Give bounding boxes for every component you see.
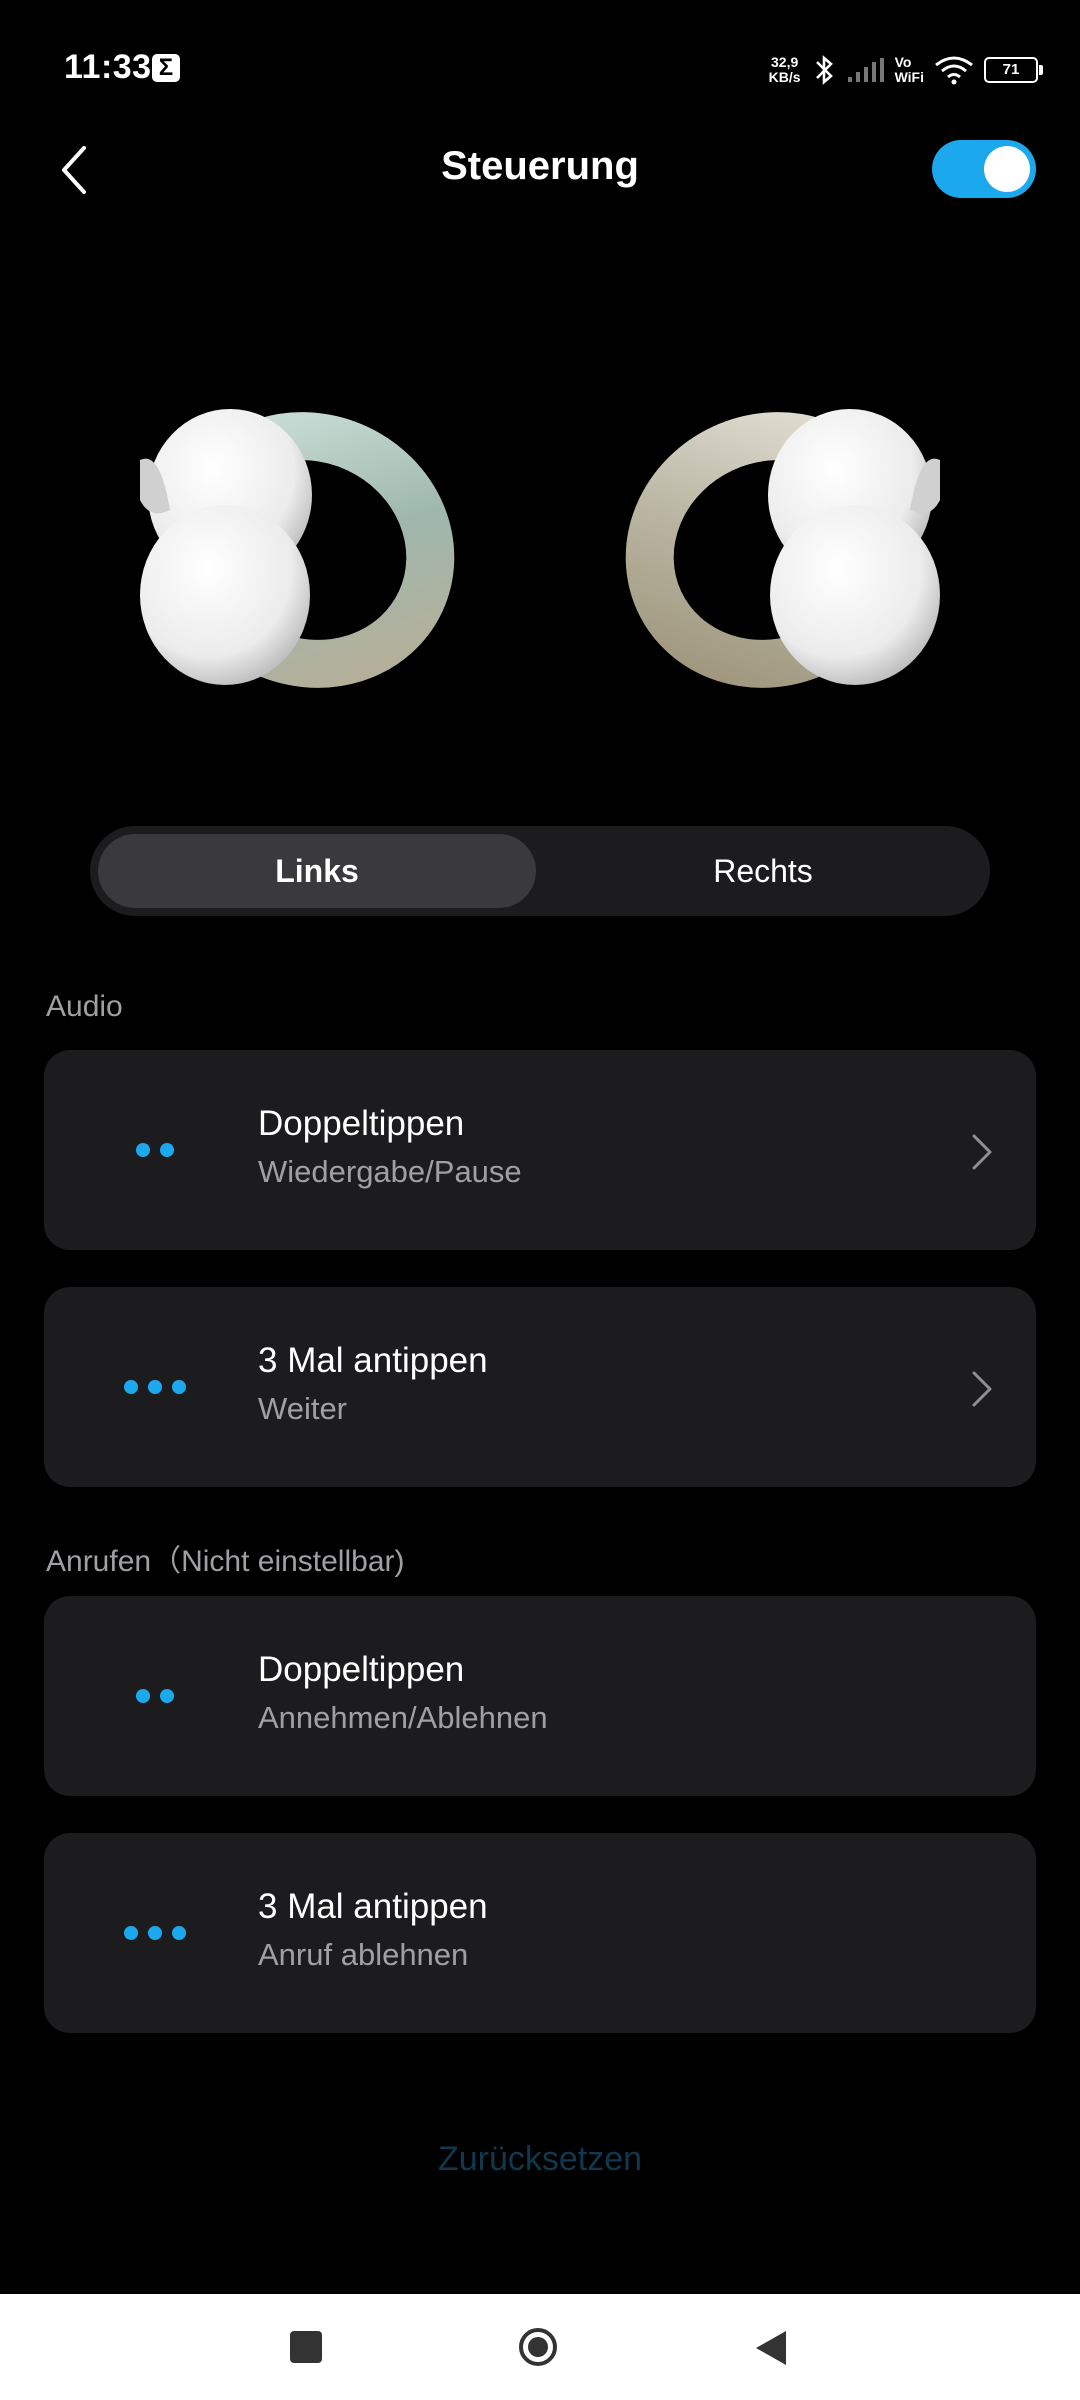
reset-button[interactable]: Zurücksetzen [0, 2140, 1080, 2179]
side-selector: Links Rechts [90, 826, 990, 916]
gesture-label: Doppeltippen [258, 1650, 465, 1689]
call-triple-tap-card: 3 Mal antippen Anruf ablehnen [44, 1833, 1036, 2033]
chevron-right-icon [972, 1134, 992, 1170]
call-double-tap-card: Doppeltippen Annehmen/Ablehnen [44, 1596, 1036, 1796]
chevron-right-icon [972, 1371, 992, 1407]
action-label: Anruf ablehnen [258, 1937, 469, 1972]
gesture-label: 3 Mal antippen [258, 1887, 488, 1926]
controls-toggle[interactable] [932, 140, 1036, 198]
cell-signal-icon [847, 58, 884, 82]
page-title: Steuerung [441, 144, 639, 188]
gesture-label: Doppeltippen [258, 1104, 465, 1143]
tab-right[interactable]: Rechts [544, 834, 982, 908]
action-label: Annehmen/Ablehnen [258, 1700, 548, 1735]
bluetooth-icon [815, 55, 833, 85]
status-time: 11:33 [64, 48, 152, 86]
status-icons: 32,9 KB/s Vo WiFi 71 [768, 48, 1043, 92]
audio-section-label: Audio [46, 990, 123, 1023]
double-tap-dots-icon [136, 1138, 246, 1162]
triple-tap-dots-icon [124, 1921, 234, 1945]
gesture-label: 3 Mal antippen [258, 1341, 488, 1380]
network-speed: 32,9 KB/s [768, 54, 801, 85]
action-label: Wiedergabe/Pause [258, 1154, 522, 1189]
notification-sigma-icon: Σ [152, 54, 180, 82]
audio-double-tap-card[interactable]: Doppeltippen Wiedergabe/Pause [44, 1050, 1036, 1250]
back-triangle-icon[interactable] [752, 2329, 790, 2367]
tab-left[interactable]: Links [98, 834, 536, 908]
right-earbud [625, 409, 940, 688]
earbuds-image [140, 409, 940, 688]
left-earbud [140, 409, 455, 688]
recents-square-icon[interactable] [290, 2331, 322, 2363]
header: Steuerung [0, 130, 1080, 210]
call-section-label: Anrufen（Nicht einstellbar) [46, 1545, 405, 1578]
toggle-knob [984, 146, 1030, 192]
wifi-icon [935, 56, 973, 85]
action-label: Weiter [258, 1391, 348, 1426]
battery-icon: 71 [984, 57, 1043, 83]
audio-triple-tap-card[interactable]: 3 Mal antippen Weiter [44, 1287, 1036, 1487]
double-tap-dots-icon [136, 1684, 246, 1708]
vowifi-indicator: Vo WiFi [894, 54, 924, 85]
triple-tap-dots-icon [124, 1375, 234, 1399]
status-bar: 11:33 Σ 32,9 KB/s Vo WiFi 71 [0, 0, 1080, 140]
home-circle-icon[interactable] [518, 2327, 558, 2367]
system-nav-bar [0, 2294, 1080, 2400]
